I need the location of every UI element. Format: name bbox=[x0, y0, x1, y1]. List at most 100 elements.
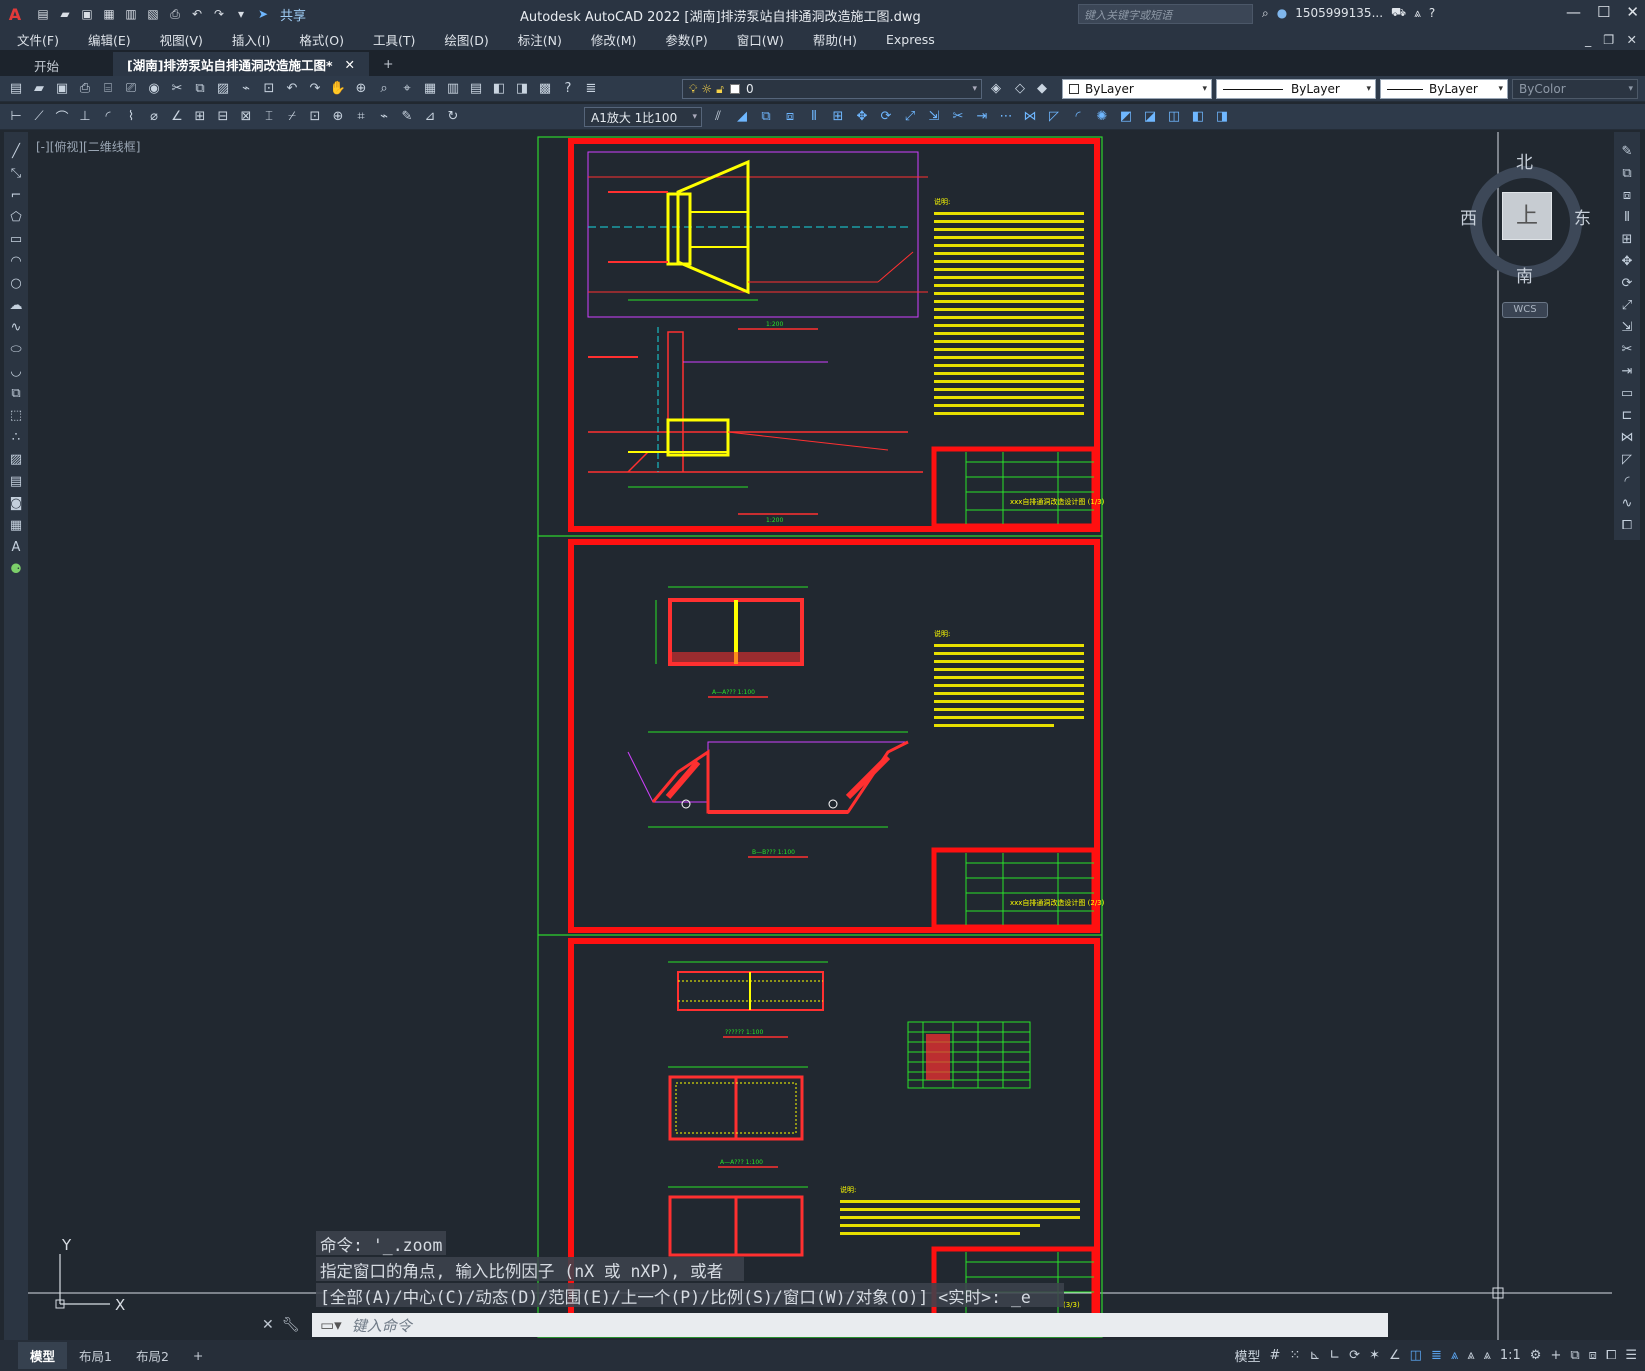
close-icon[interactable]: ✕ bbox=[1626, 3, 1639, 21]
close-command-line-icon[interactable]: ✕ bbox=[262, 1317, 274, 1333]
chamfer-icon[interactable]: ◸ bbox=[1044, 107, 1064, 127]
doc-close-icon[interactable]: ✕ bbox=[1627, 32, 1637, 47]
compass-south[interactable]: 南 bbox=[1516, 262, 1533, 287]
save-icon[interactable]: ▣ bbox=[78, 5, 96, 23]
polyline-icon[interactable]: ⌐ bbox=[6, 186, 26, 205]
annotation-scale-dropdown[interactable]: A1放大 1比100 ▾ bbox=[584, 107, 702, 127]
explode-icon[interactable]: ⧠ bbox=[1617, 516, 1637, 535]
menu-file[interactable]: 文件(F) bbox=[0, 30, 71, 49]
paste-icon[interactable]: ▨ bbox=[213, 79, 233, 99]
layer-previous-icon[interactable]: ◆ bbox=[1032, 79, 1052, 99]
minimize-icon[interactable]: — bbox=[1566, 3, 1581, 21]
autocad-logo[interactable]: A bbox=[0, 0, 30, 28]
polar-icon[interactable]: ⟳ bbox=[1349, 1348, 1360, 1363]
search-icon[interactable]: ⌕ bbox=[1262, 6, 1269, 21]
explode-icon[interactable]: ✺ bbox=[1092, 107, 1112, 127]
workspace-gear-icon[interactable]: ⚙ bbox=[1530, 1348, 1542, 1363]
tab-add-button[interactable]: + bbox=[369, 52, 407, 76]
calculator-icon[interactable]: ▩ bbox=[535, 79, 555, 99]
properties-icon[interactable]: ▦ bbox=[420, 79, 440, 99]
tool-palettes-icon[interactable]: ▤ bbox=[466, 79, 486, 99]
tab-active-drawing[interactable]: [湖南]排涝泵站自排通洞改造施工图* ✕ bbox=[113, 52, 369, 76]
jogged-linear-icon[interactable]: ⌁ bbox=[374, 107, 394, 127]
plot-icon[interactable]: ⎙ bbox=[75, 79, 95, 99]
open-icon[interactable]: ▰ bbox=[29, 79, 49, 99]
break-icon[interactable]: ⊏ bbox=[1617, 406, 1637, 425]
rectangle-icon[interactable]: ▭ bbox=[6, 230, 26, 249]
trim-icon[interactable]: ✂ bbox=[1617, 340, 1637, 359]
copy-icon[interactable]: ⧉ bbox=[190, 79, 210, 99]
text-front-icon[interactable]: ◪ bbox=[1140, 107, 1160, 127]
layout-tab-1[interactable]: 布局1 bbox=[67, 1342, 124, 1369]
array-icon[interactable]: ⊞ bbox=[828, 107, 848, 127]
save-icon[interactable]: ▣ bbox=[52, 79, 72, 99]
menu-express[interactable]: Express bbox=[869, 32, 947, 47]
inspect-icon[interactable]: ⌗ bbox=[351, 107, 371, 127]
share-label[interactable]: 共享 bbox=[280, 5, 306, 24]
extend-icon[interactable]: ⇥ bbox=[972, 107, 992, 127]
menu-format[interactable]: 格式(O) bbox=[282, 30, 356, 49]
polygon-icon[interactable]: ⬠ bbox=[6, 208, 26, 227]
construction-line-icon[interactable]: ⤡ bbox=[6, 164, 26, 183]
menu-dimension[interactable]: 标注(N) bbox=[501, 30, 574, 49]
color-dropdown[interactable]: ByLayer ▾ bbox=[1062, 79, 1212, 99]
isolate-objects-icon[interactable]: ⧠ bbox=[1606, 1348, 1616, 1363]
export-icon[interactable]: ▧ bbox=[144, 5, 162, 23]
units-icon[interactable]: ⧉ bbox=[1570, 1348, 1579, 1363]
infer-constraints-icon[interactable]: ⊾ bbox=[1309, 1348, 1320, 1363]
join-icon[interactable]: ⋈ bbox=[1617, 428, 1637, 447]
auto-scale-icon[interactable]: ⩓ bbox=[1467, 1348, 1474, 1363]
menu-window[interactable]: 窗口(W) bbox=[720, 30, 796, 49]
arc-icon[interactable]: ◠ bbox=[6, 252, 26, 271]
menu-modify[interactable]: 修改(M) bbox=[574, 30, 649, 49]
customize-icon[interactable]: 🔧︎ bbox=[282, 1317, 300, 1333]
revcloud-icon[interactable]: ☁︎ bbox=[6, 296, 26, 315]
viewcube[interactable]: 上 北 南 西 东 bbox=[1460, 152, 1591, 302]
isodraft-icon[interactable]: ✶ bbox=[1369, 1348, 1380, 1363]
dimstyle-icon[interactable]: ⫽ bbox=[708, 107, 728, 127]
draworder-icon[interactable]: ◩ bbox=[1116, 107, 1136, 127]
dim-baseline-icon[interactable]: ⊟ bbox=[213, 107, 233, 127]
dim-aligned-icon[interactable]: ⟋ bbox=[29, 107, 49, 127]
make-block-icon[interactable]: ⬚ bbox=[6, 406, 26, 425]
print-icon[interactable]: ⎙ bbox=[166, 5, 184, 23]
viewcube-top-face[interactable]: 上 bbox=[1502, 192, 1552, 240]
gradient-icon[interactable]: ▤ bbox=[6, 472, 26, 491]
zoom-previous-icon[interactable]: ⌖ bbox=[397, 79, 417, 99]
ellipse-arc-icon[interactable]: ◡ bbox=[6, 362, 26, 381]
viewport-controls[interactable]: [-][俯视][二维线框] bbox=[36, 138, 140, 155]
compass-west[interactable]: 西 bbox=[1460, 204, 1477, 229]
copy-object-icon[interactable]: ⧉ bbox=[756, 107, 776, 127]
zoom-window-icon[interactable]: ⌕ bbox=[374, 79, 394, 99]
linetype-dropdown[interactable]: ByLayer ▾ bbox=[1216, 79, 1376, 99]
command-input[interactable]: ▭▾ 键入命令 bbox=[312, 1313, 1388, 1337]
array-icon[interactable]: ⊞ bbox=[1617, 230, 1637, 249]
rotate-icon[interactable]: ⟳ bbox=[1617, 274, 1637, 293]
zoom-realtime-icon[interactable]: ⊕ bbox=[351, 79, 371, 99]
tab-start[interactable]: 开始 bbox=[20, 52, 73, 76]
dim-linear-icon[interactable]: ⊢ bbox=[6, 107, 26, 127]
send-back-icon[interactable]: ◨ bbox=[1212, 107, 1232, 127]
bring-front-icon[interactable]: ◧ bbox=[1188, 107, 1208, 127]
offset-icon[interactable]: ⫴ bbox=[1617, 208, 1637, 227]
insert-block-icon[interactable]: ⧉ bbox=[6, 384, 26, 403]
fillet-icon[interactable]: ◜ bbox=[1617, 472, 1637, 491]
undo-icon[interactable]: ↶ bbox=[282, 79, 302, 99]
new-file-icon[interactable]: ▤ bbox=[34, 5, 52, 23]
center-mark-icon[interactable]: ⊕ bbox=[328, 107, 348, 127]
line-icon[interactable]: ╱ bbox=[6, 142, 26, 161]
cut-icon[interactable]: ✂ bbox=[167, 79, 187, 99]
user-icon[interactable]: ● bbox=[1277, 6, 1287, 20]
model-space-toggle[interactable]: 模型 bbox=[1235, 1346, 1261, 1365]
object-snap-icon[interactable]: ◫ bbox=[1410, 1348, 1422, 1363]
layout-tab-2[interactable]: 布局2 bbox=[124, 1342, 181, 1369]
layer-match-icon[interactable]: ◇ bbox=[1010, 79, 1030, 99]
annotation-scale-value[interactable]: 1:1 bbox=[1500, 1348, 1521, 1363]
annotation-visibility-icon[interactable]: ⩓ bbox=[1451, 1348, 1458, 1363]
hatch-icon[interactable]: ▨ bbox=[6, 450, 26, 469]
doc-minimize-icon[interactable]: _ bbox=[1585, 32, 1591, 47]
scale-icon[interactable]: ⤢ bbox=[1617, 296, 1637, 315]
dim-edit-icon[interactable]: ✎ bbox=[397, 107, 417, 127]
dim-space-icon[interactable]: ⌶ bbox=[259, 107, 279, 127]
erase-icon[interactable]: ◢ bbox=[732, 107, 752, 127]
